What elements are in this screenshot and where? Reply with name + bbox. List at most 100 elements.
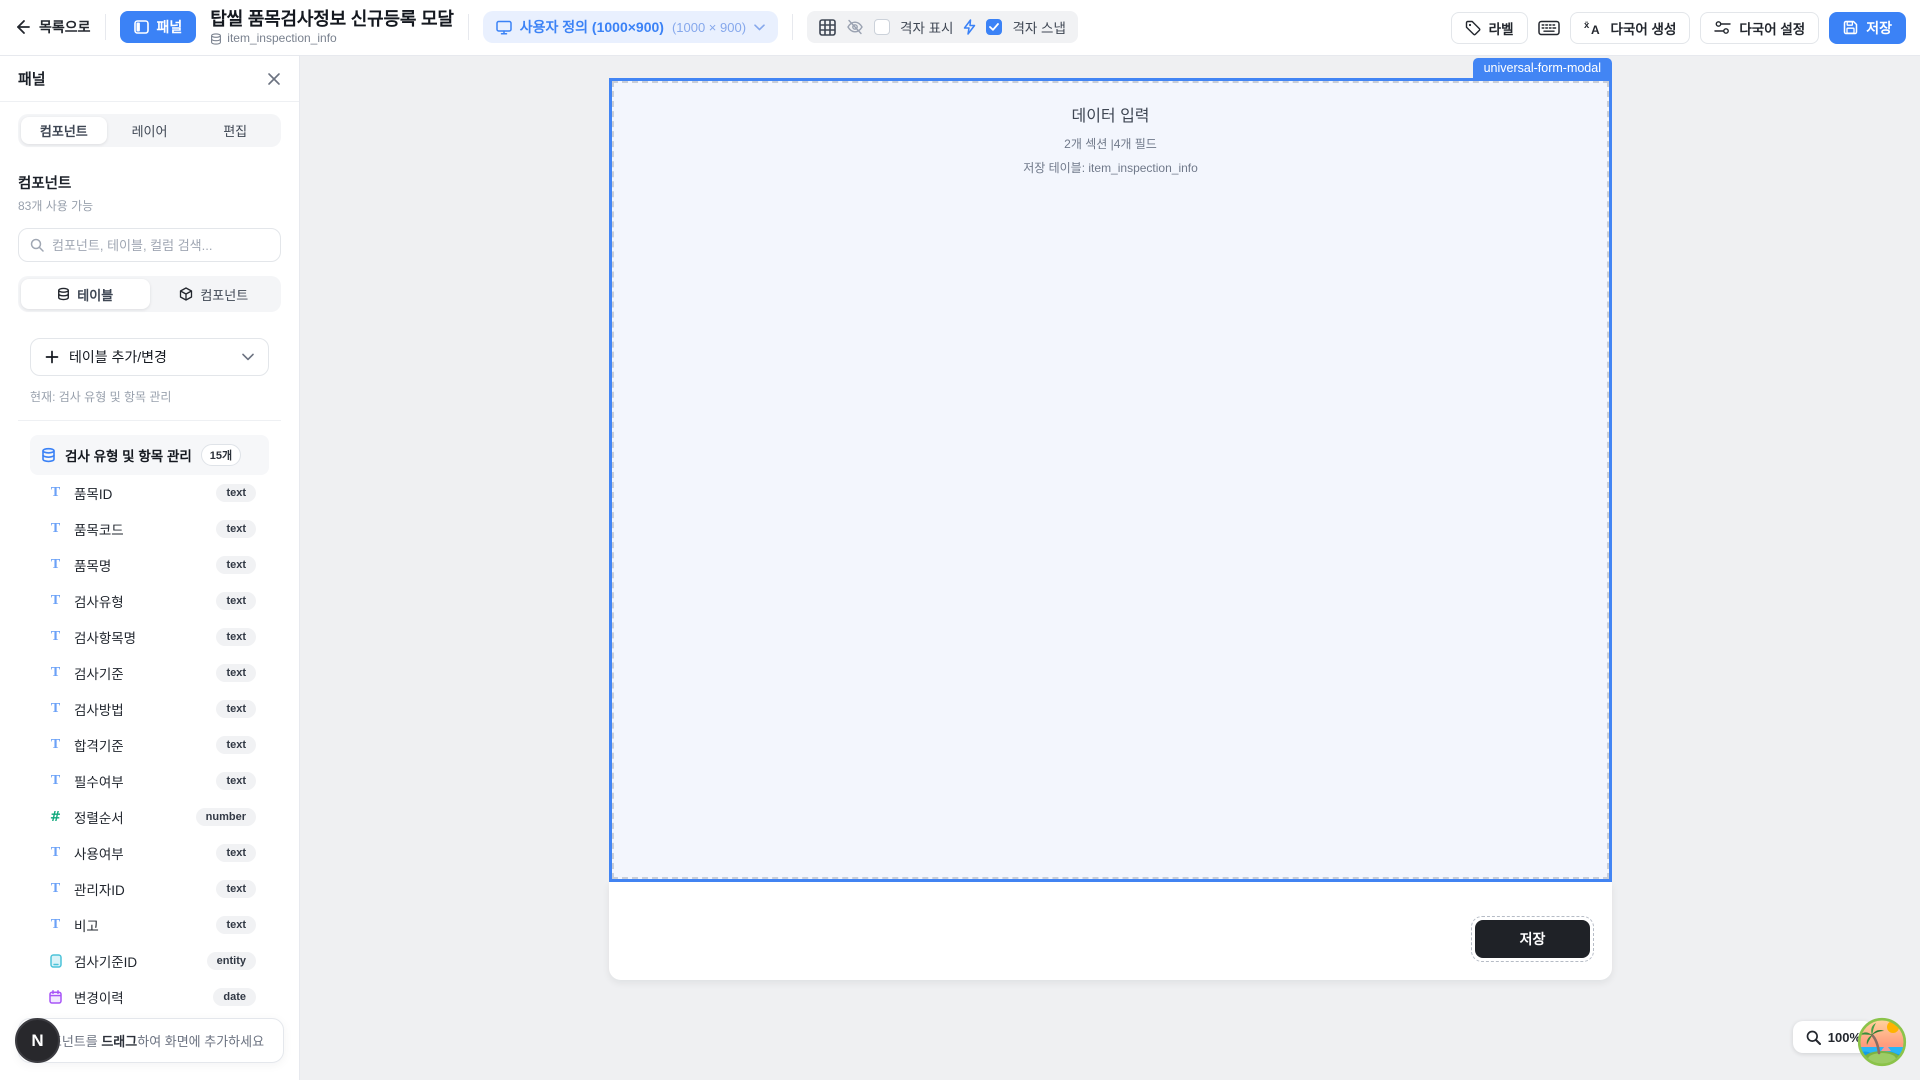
translate-icon: x̄A	[1584, 19, 1603, 36]
field-row[interactable]: T합격기준text	[30, 727, 269, 763]
add-table-dropdown[interactable]: 테이블 추가/변경	[30, 338, 269, 376]
tab-layers[interactable]: 레이어	[107, 117, 193, 144]
field-row[interactable]: 변경이력 date	[30, 979, 269, 1015]
date-type-icon	[48, 990, 63, 1004]
field-type-badge: text	[216, 700, 256, 718]
grid-show-label: 격자 표시	[900, 17, 953, 37]
field-type-badge: text	[216, 916, 256, 934]
field-row[interactable]: T사용여부text	[30, 835, 269, 871]
field-type-badge: text	[216, 520, 256, 538]
svg-text:x̄: x̄	[1584, 20, 1590, 31]
field-type-badge: text	[216, 556, 256, 574]
arrow-left-icon	[14, 19, 30, 35]
modal-body[interactable]: 데이터 입력 2개 섹션 |4개 필드 저장 테이블: item_inspect…	[609, 78, 1612, 882]
avatar-initial: N	[31, 1031, 43, 1051]
field-row[interactable]: # 정렬순서 number	[30, 799, 269, 835]
field-name: 검사기준ID	[74, 951, 137, 971]
i18n-generate-button[interactable]: x̄A 다국어 생성	[1570, 12, 1691, 44]
table-group-name: 검사 유형 및 항목 관리	[65, 445, 192, 465]
field-row[interactable]: T품목IDtext	[30, 475, 269, 511]
keyboard-icon[interactable]	[1538, 20, 1560, 36]
field-row[interactable]: T검사기준text	[30, 655, 269, 691]
available-count: 83개 사용 가능	[18, 197, 281, 214]
divider	[792, 14, 793, 40]
field-row[interactable]: T 검사항목명 text	[30, 619, 269, 655]
back-to-list-button[interactable]: 목록으로	[14, 17, 91, 37]
components-section-title: 컴포넌트	[18, 172, 281, 193]
viewport-size-dropdown[interactable]: 사용자 정의 (1000×900) (1000 × 900)	[483, 11, 778, 43]
text-type-icon: T	[48, 845, 63, 861]
toggle-table[interactable]: 테이블	[21, 279, 150, 309]
grid-show-checkbox[interactable]	[874, 19, 890, 35]
field-row[interactable]: T관리자IDtext	[30, 871, 269, 907]
zoom-level: 100%	[1828, 1030, 1861, 1045]
field-name: 검사항목명	[74, 627, 136, 647]
monitor-icon	[496, 20, 512, 35]
table-group-header[interactable]: 검사 유형 및 항목 관리 15개	[30, 435, 269, 475]
number-type-icon: #	[48, 810, 63, 825]
close-icon[interactable]	[267, 72, 281, 86]
grid-icon[interactable]	[819, 19, 836, 36]
field-name: 검사방법	[74, 699, 124, 719]
text-type-icon: T	[48, 557, 63, 573]
source-toggle: 테이블 컴포넌트	[18, 276, 281, 312]
svg-text:A: A	[1591, 23, 1600, 36]
modal-save-button[interactable]: 저장	[1475, 920, 1590, 958]
field-type-badge: text	[216, 628, 256, 646]
lightning-icon[interactable]	[963, 19, 976, 35]
divider	[468, 14, 469, 40]
field-name: 품목코드	[74, 519, 124, 539]
field-row[interactable]: T필수여부text	[30, 763, 269, 799]
text-type-icon: T	[48, 629, 63, 645]
label-button-text: 라벨	[1489, 18, 1514, 38]
text-type-icon: T	[48, 737, 63, 753]
panel-button-label: 패널	[157, 17, 183, 37]
modal-title: 데이터 입력	[612, 102, 1609, 126]
panel-toggle-button[interactable]: 패널	[120, 11, 197, 43]
component-type-label: universal-form-modal	[1473, 58, 1612, 79]
left-panel: 패널 컴포넌트 레이어 편집 컴포넌트 83개 사용 가능 테이블	[0, 56, 300, 1080]
sidebar-panel-icon	[134, 20, 149, 34]
field-row[interactable]: T품목명text	[30, 547, 269, 583]
avatar[interactable]: N	[15, 1018, 60, 1063]
component-search[interactable]	[18, 228, 281, 262]
field-name: 검사유형	[74, 591, 124, 611]
field-row[interactable]: T검사유형text	[30, 583, 269, 619]
modal-footer: 저장	[609, 882, 1612, 980]
eye-off-icon[interactable]	[846, 19, 864, 35]
magnifier-icon	[1806, 1030, 1821, 1045]
field-type-badge: text	[216, 880, 256, 898]
field-row[interactable]: T검사방법text	[30, 691, 269, 727]
text-type-icon: T	[48, 593, 63, 609]
search-icon	[30, 238, 44, 252]
add-table-label: 테이블 추가/변경	[69, 347, 167, 367]
search-input[interactable]	[52, 238, 269, 253]
field-name: 정렬순서	[74, 807, 124, 827]
tab-edit[interactable]: 편집	[192, 117, 278, 144]
chevron-down-icon	[242, 353, 254, 361]
label-button[interactable]: 라벨	[1451, 12, 1528, 44]
field-row[interactable]: T비고text	[30, 907, 269, 943]
form-modal-canvas[interactable]: 데이터 입력 2개 섹션 |4개 필드 저장 테이블: item_inspect…	[609, 78, 1612, 980]
text-type-icon: T	[48, 881, 63, 897]
island-sticker-icon[interactable]	[1857, 1017, 1907, 1067]
modal-table-info: 저장 테이블: item_inspection_info	[612, 159, 1609, 176]
i18n-settings-button[interactable]: 다국어 설정	[1700, 12, 1819, 44]
save-floppy-icon	[1843, 20, 1858, 35]
grid-snap-checkbox[interactable]	[986, 19, 1002, 35]
toggle-table-label: 테이블	[77, 285, 113, 304]
text-type-icon: T	[48, 485, 63, 501]
back-label: 목록으로	[39, 17, 91, 37]
toggle-component[interactable]: 컴포넌트	[150, 279, 279, 309]
field-row[interactable]: T품목코드text	[30, 511, 269, 547]
i18n-generate-text: 다국어 생성	[1611, 18, 1677, 38]
field-row[interactable]: 검사기준ID entity	[30, 943, 269, 979]
modal-summary: 2개 섹션 |4개 필드	[612, 135, 1609, 152]
entity-type-icon	[48, 954, 63, 968]
field-type-badge: number	[196, 808, 256, 826]
tab-components[interactable]: 컴포넌트	[21, 117, 107, 144]
toggle-component-label: 컴포넌트	[200, 285, 248, 304]
viewport-label: 사용자 정의 (1000×900)	[520, 17, 664, 37]
field-name: 품목ID	[74, 483, 112, 503]
save-button[interactable]: 저장	[1829, 12, 1906, 44]
